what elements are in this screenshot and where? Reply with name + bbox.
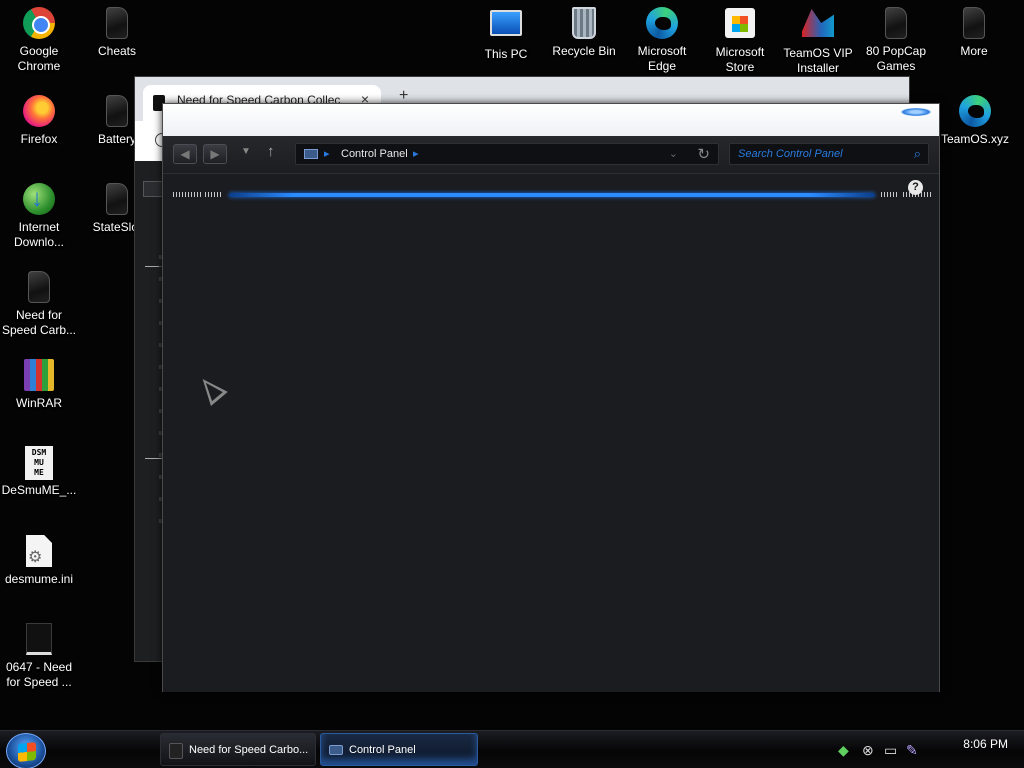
nfs-icon <box>22 271 56 305</box>
desktop-icon-label: More <box>960 44 988 58</box>
up-arrow-icon[interactable]: ↑ <box>267 143 275 160</box>
desktop-icon-recycle-bin[interactable]: Recycle Bin <box>545 6 623 59</box>
control-panel-icon <box>304 149 318 159</box>
address-bar[interactable]: ▸ Control Panel ▸ ⌄ ↻ <box>295 143 719 165</box>
grip-right-small <box>881 192 897 197</box>
desktop-icon-label: Microsoft Store <box>715 45 765 74</box>
desktop-icon-winrar[interactable]: WinRAR <box>0 358 78 411</box>
clock[interactable]: 8:06 PM <box>963 737 1008 751</box>
address-dropdown-chevron-icon[interactable]: ⌄ <box>669 147 678 160</box>
window-titlebar[interactable] <box>163 104 939 136</box>
desktop: Google Chrome Firefox Internet Downlo...… <box>0 0 1024 730</box>
control-panel-icon <box>329 745 343 755</box>
back-arrow-icon[interactable]: ◀ <box>173 144 197 164</box>
nfs-icon <box>957 7 991 41</box>
desktop-icon-0647-nfs[interactable]: 0647 - Need for Speed ... <box>0 622 78 690</box>
taskbar-button-label: Control Panel <box>349 744 416 756</box>
desktop-icon-label: desmume.ini <box>4 572 74 586</box>
network-disconnected-icon[interactable]: ⊗ <box>862 742 874 759</box>
desktop-icon-google-chrome[interactable]: Google Chrome <box>0 6 78 74</box>
firefox-icon <box>22 95 56 129</box>
help-icon[interactable]: ? <box>908 180 923 195</box>
taskbar-button-control-panel[interactable]: Control Panel <box>320 733 478 766</box>
desktop-icon-more[interactable]: More <box>935 6 1013 59</box>
nfs-icon <box>100 183 134 217</box>
control-panel-window[interactable]: ◀ ▶ ▼ ↑ ▸ Control Panel ▸ ⌄ ↻ Search Con… <box>162 103 940 692</box>
divider <box>145 458 163 459</box>
desktop-icon-label: DeSmuME_... <box>1 483 77 497</box>
desktop-icon-label: Google Chrome <box>17 44 61 73</box>
desmume-icon: DSM MU ME <box>22 446 56 480</box>
window-controls-glow <box>901 108 931 116</box>
store-icon <box>723 8 757 42</box>
edge-icon <box>645 7 679 41</box>
desktop-icon-label: Recycle Bin <box>552 44 616 58</box>
progress-bar <box>229 193 875 197</box>
search-icon[interactable]: ⌕ <box>914 146 921 162</box>
idm-icon <box>22 183 56 217</box>
desktop-icon-label: TeamOS.xyz <box>940 132 1009 146</box>
control-panel-content: ? <box>163 174 939 692</box>
nfs-icon <box>169 743 183 759</box>
desktop-icon-desmume-ini[interactable]: desmume.ini <box>0 534 78 587</box>
taskbar-button-label: Need for Speed Carbo... <box>189 744 309 756</box>
loading-progress <box>171 190 931 200</box>
desktop-icon-label: Need for Speed Carb... <box>1 308 77 337</box>
system-tray: ◆ ⊗ ▭ ✎ 8:06 PM <box>834 731 1024 768</box>
grip-left-small <box>205 192 221 197</box>
desktop-icon-label: 0647 - Need for Speed ... <box>5 660 73 689</box>
computer-icon <box>489 10 523 44</box>
taskbar: Need for Speed Carbo... Control Panel ◆ … <box>0 730 1024 768</box>
nfs-icon <box>100 7 134 41</box>
desktop-icon-label: TeamOS VIP Installer <box>783 46 853 75</box>
nfs-icon <box>100 95 134 129</box>
desktop-icon-label: Firefox <box>20 132 58 146</box>
network-shield-icon[interactable]: ◆ <box>838 742 849 759</box>
recent-locations-chevron-icon[interactable]: ▼ <box>241 146 251 157</box>
desktop-icon-label: Microsoft Edge <box>637 44 687 73</box>
control-panel-navbar: ◀ ▶ ▼ ↑ ▸ Control Panel ▸ ⌄ ↻ Search Con… <box>163 136 939 174</box>
chrome-icon <box>22 7 56 41</box>
desktop-icon-label: This PC <box>484 47 528 61</box>
forward-arrow-icon[interactable]: ▶ <box>203 144 227 164</box>
desktop-icon-internet-download-manager[interactable]: Internet Downlo... <box>0 182 78 250</box>
breadcrumb-control-panel[interactable]: Control Panel <box>341 148 408 160</box>
file-icon <box>22 623 56 657</box>
desktop-icon-cheats[interactable]: Cheats <box>78 6 156 59</box>
desktop-icon-label: Cheats <box>97 44 137 58</box>
desktop-icon-microsoft-store[interactable]: Microsoft Store <box>701 6 779 75</box>
nfs-icon <box>879 7 913 41</box>
windows-logo-icon <box>18 742 36 762</box>
desktop-icon-teamos-xyz[interactable]: TeamOS.xyz <box>936 94 1014 147</box>
display-icon[interactable]: ▭ <box>884 742 897 759</box>
breadcrumb-separator-icon[interactable]: ▸ <box>324 147 330 160</box>
winrar-icon <box>22 359 56 393</box>
refresh-icon[interactable]: ↻ <box>697 145 710 163</box>
desktop-icon-label: Internet Downlo... <box>13 220 65 249</box>
breadcrumb-chevron-icon[interactable]: ▸ <box>413 147 419 160</box>
search-input[interactable]: Search Control Panel ⌕ <box>729 143 929 165</box>
desktop-icon-need-for-speed[interactable]: Need for Speed Carb... <box>0 270 78 338</box>
recycle-bin-icon <box>567 7 601 41</box>
desktop-icon-this-pc[interactable]: This PC <box>467 6 545 62</box>
desktop-icon-desmume[interactable]: DSM MU ME DeSmuME_... <box>0 446 78 498</box>
desktop-icon-popcap-games[interactable]: 80 PopCap Games <box>857 6 935 74</box>
desktop-icon-label: WinRAR <box>15 396 62 410</box>
grip-left <box>173 192 201 197</box>
ini-file-icon <box>22 535 56 569</box>
edge-icon <box>958 95 992 129</box>
teamos-icon <box>801 9 835 43</box>
pen-icon[interactable]: ✎ <box>906 742 918 759</box>
search-placeholder: Search Control Panel <box>738 148 843 160</box>
desktop-icon-firefox[interactable]: Firefox <box>0 94 78 147</box>
desktop-icon-label: 80 PopCap Games <box>865 44 927 73</box>
desktop-icon-microsoft-edge[interactable]: Microsoft Edge <box>623 6 701 74</box>
desktop-icon-teamos-installer[interactable]: TeamOS VIP Installer <box>779 6 857 76</box>
start-button[interactable] <box>6 733 46 768</box>
back-button[interactable] <box>143 181 163 197</box>
taskbar-button-need-for-speed[interactable]: Need for Speed Carbo... <box>160 733 316 766</box>
